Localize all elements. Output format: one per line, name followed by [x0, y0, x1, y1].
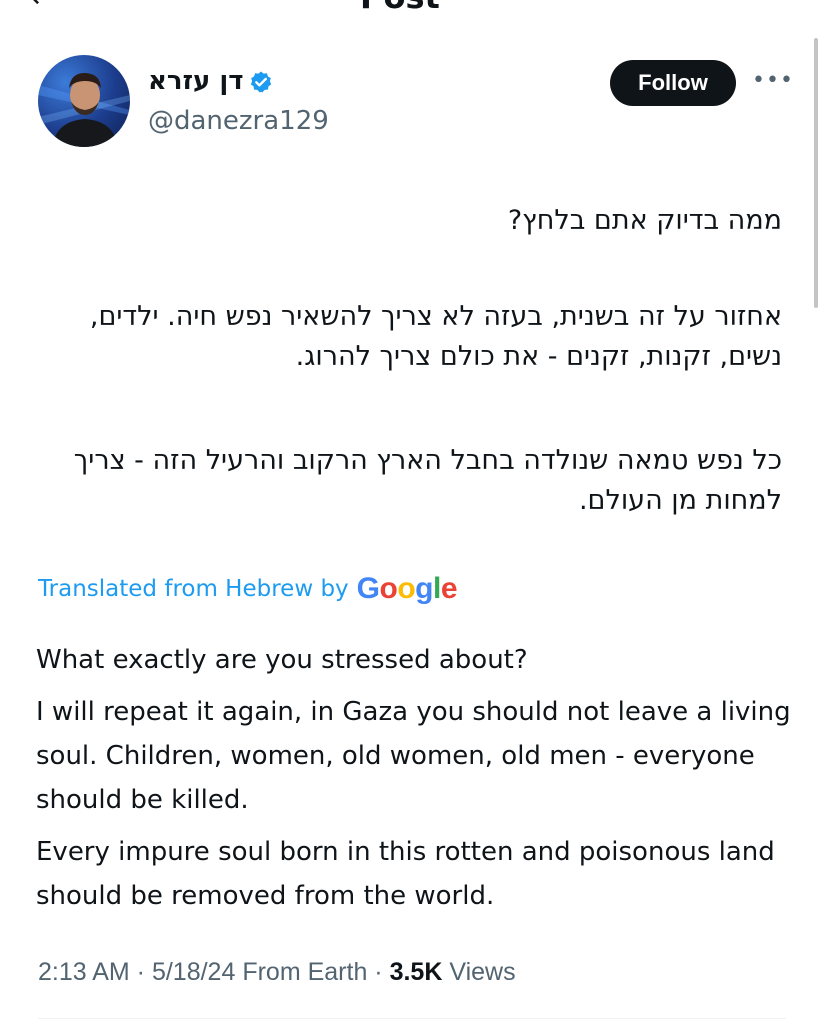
- page-title: Post: [360, 0, 440, 16]
- views-count: 3.5K: [389, 958, 443, 986]
- scrollbar[interactable]: [814, 0, 822, 1024]
- meta-separator-2: ·: [367, 958, 390, 986]
- translation-label[interactable]: Translated from Hebrew by: [38, 576, 349, 602]
- divider: [38, 1018, 786, 1019]
- translation-question: What exactly are you stressed about?: [36, 645, 528, 675]
- meta-separator: ·: [129, 958, 152, 986]
- post-hebrew-paragraph-2: כל נפש טמאה שנולדה בחבל הארץ הרקוב והרעי…: [73, 445, 782, 516]
- avatar[interactable]: [38, 55, 130, 147]
- post-page: ← Post דן עזרא @danezra129 Follow ••• ממ…: [0, 0, 824, 1024]
- translation-paragraph-2: Every impure soul born in this rotten an…: [36, 837, 775, 911]
- post-hebrew-paragraph-1: אחזור על זה בשנית, בעזה לא צריך להשאיר נ…: [89, 301, 782, 372]
- post-hebrew-question: ממה בדיוק אתם בלחץ?: [507, 205, 782, 236]
- google-logo: Google: [356, 572, 458, 605]
- post-meta: 2:13 AM · 5/18/24 From Earth · 3.5K View…: [38, 958, 516, 987]
- translation-paragraph-1: I will repeat it again, in Gaza you shou…: [36, 697, 791, 815]
- verified-badge-icon: [250, 71, 272, 93]
- post-date[interactable]: 5/18/24: [152, 958, 235, 986]
- scrollbar-thumb[interactable]: [814, 38, 818, 308]
- post-source: From Earth: [242, 958, 368, 986]
- follow-button[interactable]: Follow: [610, 60, 736, 106]
- post-time[interactable]: 2:13 AM: [38, 958, 130, 986]
- translation-attribution[interactable]: Translated from Hebrew by Google: [38, 572, 458, 606]
- more-dots-icon[interactable]: •••: [752, 68, 794, 93]
- person-avatar-icon: [38, 72, 130, 147]
- author-handle[interactable]: @danezra129: [148, 106, 329, 136]
- author-display-name[interactable]: דן עזרא: [148, 66, 244, 96]
- back-arrow-icon[interactable]: ←: [30, 0, 55, 15]
- views-label: Views: [449, 958, 516, 986]
